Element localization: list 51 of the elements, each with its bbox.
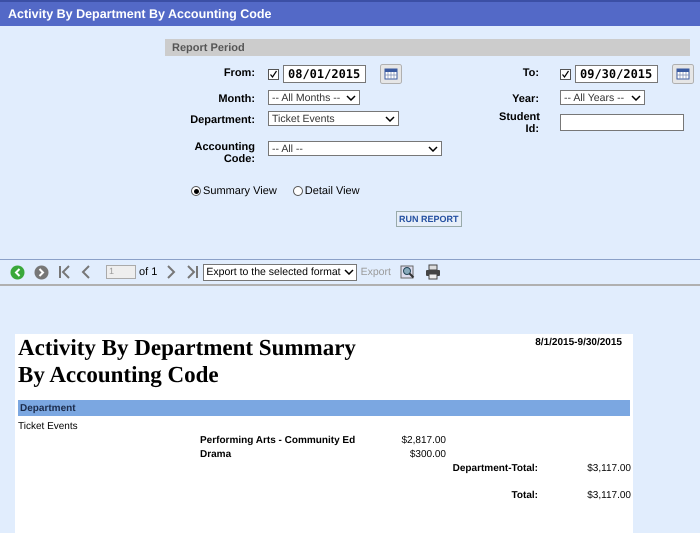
first-page-icon[interactable] <box>58 265 72 279</box>
caret-icon <box>385 116 395 122</box>
caret-icon <box>428 146 438 152</box>
year-dropdown[interactable]: -- All Years -- <box>560 90 645 105</box>
checkbox[interactable] <box>560 68 571 80</box>
last-page-icon[interactable] <box>185 265 200 279</box>
report-title: Activity By Department Summary <box>18 334 356 361</box>
forward-icon[interactable] <box>34 264 49 280</box>
field-label: From: <box>222 66 255 79</box>
month-dropdown[interactable]: -- All Months -- <box>268 90 360 105</box>
column-label: Department <box>20 402 76 414</box>
print-icon[interactable] <box>424 264 441 280</box>
field-label: Department: <box>189 113 255 126</box>
accounting-code: Drama <box>200 449 232 460</box>
total-value: $3,117.00 <box>586 490 631 501</box>
field-label: Month: <box>217 92 255 105</box>
field-label: Year: <box>511 92 539 105</box>
next-page-icon[interactable] <box>166 265 176 279</box>
checkbox[interactable] <box>268 68 279 80</box>
radio-option[interactable]: Summary View <box>191 185 277 197</box>
accounting-code-dropdown[interactable]: -- All -- <box>268 141 442 156</box>
department-dropdown[interactable]: Ticket Events <box>268 111 399 126</box>
total-value: $3,117.00 <box>586 463 631 474</box>
date-range: 8/1/2015-9/30/2015 <box>535 336 623 350</box>
total-label: Department-Total: <box>452 463 538 474</box>
page-count: of 1 <box>139 266 158 278</box>
zoom-icon[interactable] <box>400 264 416 280</box>
calendar-icon[interactable] <box>380 64 402 84</box>
back-icon[interactable] <box>10 264 25 280</box>
date-field[interactable]: 08/01/2015 <box>283 65 366 83</box>
caret-icon <box>346 94 356 100</box>
calendar-icon[interactable] <box>672 64 694 84</box>
previous-page-icon[interactable] <box>81 265 91 279</box>
page-title: Activity By Department By Accounting Code <box>8 7 272 21</box>
caret-icon <box>631 94 641 100</box>
amount: $2,817.00 <box>400 435 446 446</box>
date-field[interactable]: 09/30/2015 <box>575 65 658 83</box>
radio-option[interactable]: Detail View <box>292 185 360 197</box>
field-label: To: <box>522 66 539 79</box>
caret-icon <box>344 269 354 275</box>
field-label: Accounting Code: <box>194 141 255 165</box>
department-name: Ticket Events <box>18 421 79 432</box>
report-title: By Accounting Code <box>18 361 220 388</box>
amount: $300.00 <box>408 449 446 460</box>
section-title: Report Period <box>172 42 245 54</box>
field-label: Student Id: <box>499 111 539 135</box>
accounting-code: Performing Arts - Community Ed <box>200 435 356 446</box>
student-id-field[interactable] <box>560 114 684 131</box>
export-format-dropdown[interactable]: Export to the selected format <box>203 264 357 280</box>
total-label: Total: <box>510 490 538 501</box>
run-report-button[interactable]: RUN REPORT <box>396 211 462 227</box>
